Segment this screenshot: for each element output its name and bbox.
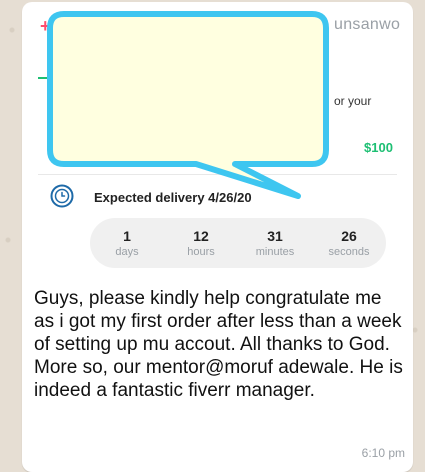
- countdown-minutes-value: 31: [267, 228, 283, 244]
- censor-overlay: [47, 11, 329, 199]
- countdown-seconds: 26 seconds: [321, 227, 377, 259]
- message-text: Guys, please kindly help congratulate me…: [34, 288, 403, 401]
- countdown-hours-value: 12: [193, 228, 209, 244]
- countdown-minutes-label: minutes: [255, 246, 295, 258]
- countdown-days-label: days: [115, 246, 139, 258]
- countdown-hours: 12 hours: [173, 227, 229, 259]
- countdown-minutes: 31 minutes: [247, 227, 303, 259]
- countdown-days: 1 days: [99, 227, 155, 259]
- countdown-days-value: 1: [123, 228, 131, 244]
- countdown-hours-label: hours: [187, 246, 215, 258]
- countdown-seconds-label: seconds: [328, 246, 370, 258]
- message-timestamp: 6:10 pm: [361, 446, 405, 460]
- countdown-seconds-value: 26: [341, 228, 357, 244]
- countdown-timer: 1 days 12 hours 31 minutes 26 seconds: [90, 218, 386, 268]
